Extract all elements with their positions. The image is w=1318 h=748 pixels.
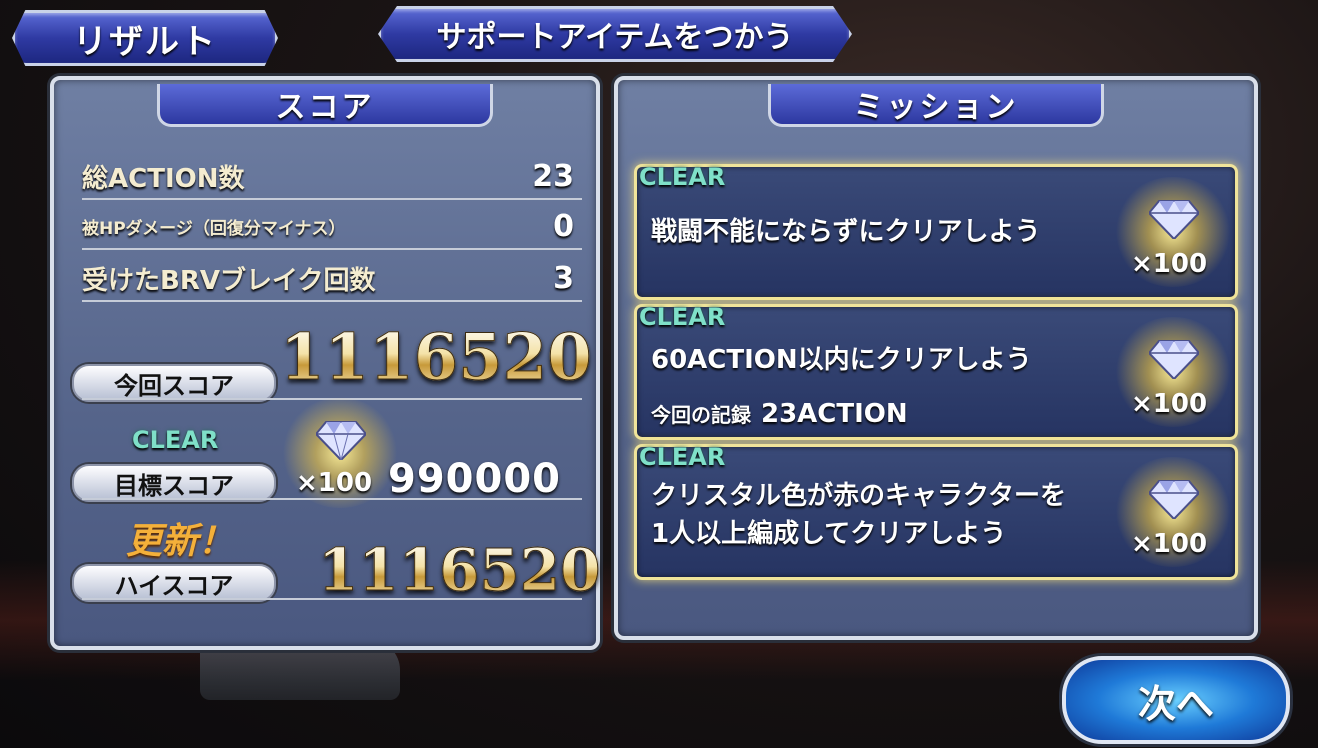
stat-value: 3 [553, 260, 574, 296]
record-label: 今回の記録 [651, 403, 751, 427]
stat-label: 被HPダメージ（回復分マイナス） [82, 218, 346, 239]
target-score-value: 990000 [388, 456, 561, 502]
stat-value: 0 [553, 208, 574, 244]
mission-text: 60ACTION以内にクリアしよう [651, 345, 1032, 375]
stat-label: 総ACTION数 [82, 163, 245, 194]
high-score-value: 1116520 [318, 536, 601, 605]
crystal-gem-icon [316, 421, 366, 460]
next-button[interactable]: 次へ [1062, 656, 1290, 744]
target-clear-tag: CLEAR [132, 426, 219, 454]
high-score-label: ハイスコア [72, 564, 276, 602]
mission-record: 今回の記録 23ACTION [651, 399, 908, 429]
mission-card: CLEAR クリスタル色が赤のキャラクターを 1人以上編成してクリアしよう ×1… [634, 443, 1238, 580]
mission-reward-count: ×100 [1131, 249, 1208, 279]
crystal-gem-icon [1149, 340, 1199, 379]
mission-card: CLEAR 戦闘不能にならずにクリアしよう ×100 [634, 163, 1238, 300]
divider [82, 498, 582, 500]
stat-row-brv-breaks: 受けたBRVブレイク回数 3 [82, 256, 582, 302]
current-score-label: 今回スコア [72, 364, 276, 402]
score-panel-title: スコア [157, 84, 493, 127]
divider [82, 598, 582, 600]
high-score-update-tag: 更新！ [126, 521, 235, 562]
record-value: 23ACTION [761, 399, 908, 429]
stat-value: 23 [532, 158, 574, 194]
current-score-value: 1116520 [280, 320, 593, 396]
crystal-gem-icon [1149, 480, 1199, 519]
mission-reward-count: ×100 [1131, 389, 1208, 419]
mission-panel-title: ミッション [768, 84, 1104, 127]
target-score-label: 目標スコア [72, 464, 276, 502]
stat-row-hp-damage: 被HPダメージ（回復分マイナス） 0 [82, 204, 582, 250]
tab-support-items[interactable]: サポートアイテムをつかう [378, 6, 852, 62]
mission-clear-tag: CLEAR [639, 443, 726, 471]
stat-label: 受けたBRVブレイク回数 [82, 265, 376, 296]
mission-text: クリスタル色が赤のキャラクターを [651, 481, 1066, 511]
score-panel: スコア 総ACTION数 23 被HPダメージ（回復分マイナス） 0 受けたBR… [50, 76, 601, 650]
stat-row-total-actions: 総ACTION数 23 [82, 154, 582, 200]
mission-clear-tag: CLEAR [639, 163, 726, 191]
mission-text: 戦闘不能にならずにクリアしよう [651, 217, 1041, 247]
crystal-gem-icon [1149, 200, 1199, 239]
mission-panel: ミッション CLEAR 戦闘不能にならずにクリアしよう ×100 CLEAR 6… [614, 76, 1258, 640]
target-reward-count: ×100 [296, 468, 373, 498]
mission-clear-tag: CLEAR [639, 303, 726, 331]
mission-reward-count: ×100 [1131, 529, 1208, 559]
tab-result[interactable]: リザルト [12, 10, 278, 66]
mission-card: CLEAR 60ACTION以内にクリアしよう 今回の記録 23ACTION ×1… [634, 303, 1238, 440]
mission-text: 1人以上編成してクリアしよう [651, 519, 1007, 549]
